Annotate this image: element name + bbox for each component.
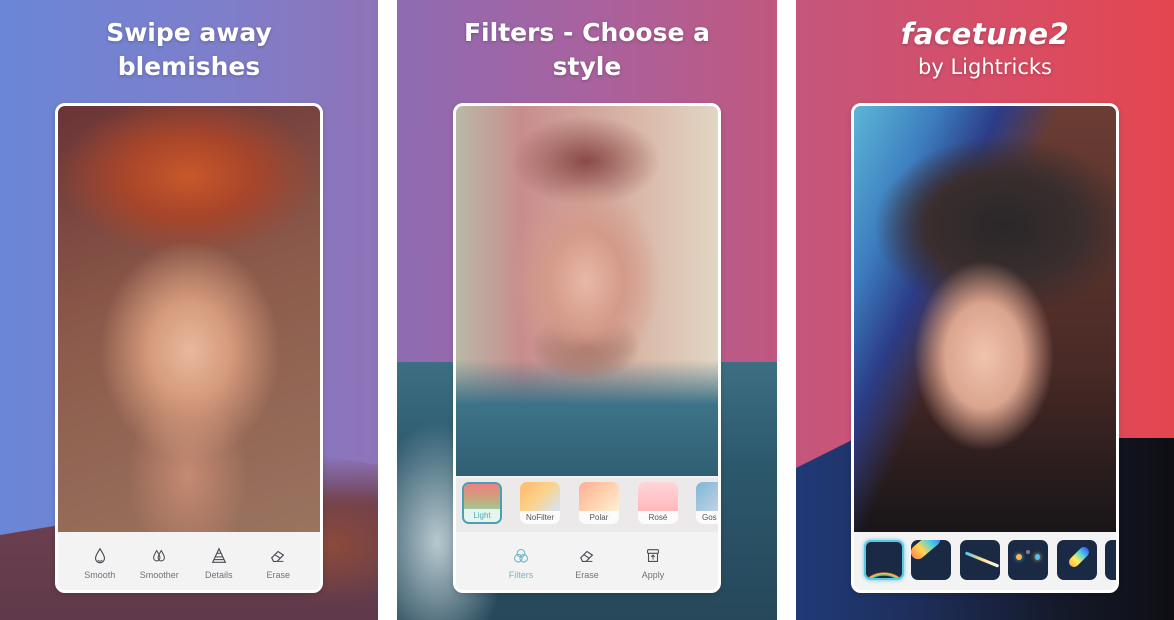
effect-more[interactable]: [1105, 540, 1116, 580]
tool-filters[interactable]: Filters: [497, 547, 545, 580]
light-streak-icon: [964, 551, 1000, 568]
filter-swatch: [696, 482, 718, 511]
tool-label: Erase: [266, 570, 290, 580]
tool-label: Details: [204, 570, 233, 580]
eraser-icon: [579, 550, 594, 562]
brand-subtitle: by Lightricks: [918, 55, 1052, 79]
screenshot-panel-smooth: Swipe away blemishes Smooth Smoother Det…: [0, 0, 378, 620]
brand-header: facetune2 by Lightricks: [796, 16, 1174, 82]
filter-gos[interactable]: Gos: [696, 482, 718, 524]
filter-label: Polar: [579, 511, 619, 524]
portrait-photo-man: [456, 106, 718, 479]
screenshot-panel-filters: Filters - Choose a style Light NoFilter …: [397, 0, 777, 620]
tool-bar: [854, 532, 1116, 590]
tool-label: Erase: [575, 570, 599, 580]
tool-erase[interactable]: Erase: [563, 547, 611, 580]
panel-headline: Filters - Choose a style: [397, 16, 777, 84]
headline-line: Swipe away: [106, 18, 272, 47]
effect-light-streak[interactable]: [960, 540, 1000, 580]
double-drop-icon: [153, 549, 166, 562]
filter-rose[interactable]: Rosé: [638, 482, 678, 524]
tool-label: Filters: [508, 570, 534, 580]
filters-icon: [513, 548, 529, 563]
effect-prism-flare[interactable]: [1057, 540, 1097, 580]
light-effects-carousel[interactable]: [854, 538, 1116, 582]
drop-icon: [94, 547, 105, 564]
filter-label: Light: [464, 509, 500, 522]
prism-flare-icon: [1066, 544, 1092, 570]
brand-logo: facetune2: [900, 17, 1070, 51]
filter-label: Gos: [696, 511, 718, 524]
portrait-photo-woman-curly: [854, 106, 1116, 532]
bokeh-dot-icon: [1016, 554, 1022, 560]
tool-bar: Smooth Smoother Details Erase: [58, 532, 320, 590]
filter-label: NoFilter: [520, 511, 560, 524]
bokeh-dot-icon: [1026, 550, 1030, 554]
headline-line: Filters - Choose a: [463, 18, 711, 47]
screenshot-panel-brand: facetune2 by Lightricks: [796, 0, 1174, 620]
filter-light[interactable]: Light: [462, 482, 502, 524]
pyramid-icon: [211, 547, 226, 563]
filter-polar[interactable]: Polar: [579, 482, 619, 524]
apply-icon: [647, 549, 659, 562]
phone-mockup: [851, 103, 1119, 593]
filter-label: Rosé: [638, 511, 678, 524]
filter-swatch: [579, 482, 619, 511]
phone-mockup: Light NoFilter Polar Rosé Gos Filters Er…: [453, 103, 721, 593]
tool-label: Smoother: [139, 570, 179, 580]
panel-headline: Swipe away blemishes: [0, 16, 378, 84]
tool-smooth[interactable]: Smooth: [76, 547, 124, 580]
effect-bokeh[interactable]: [1008, 540, 1048, 580]
filter-swatch: [520, 482, 560, 511]
tool-bar: Light NoFilter Polar Rosé Gos Filters Er…: [456, 476, 718, 590]
filter-swatch: [638, 482, 678, 511]
tool-erase[interactable]: Erase: [254, 547, 302, 580]
tool-label: Apply: [641, 570, 665, 580]
rainbow-arc-icon: [866, 552, 902, 578]
bokeh-dot-icon: [1035, 554, 1040, 560]
tool-smoother[interactable]: Smoother: [135, 547, 183, 580]
portrait-photo-woman: [58, 106, 320, 532]
filter-nofilter[interactable]: NoFilter: [520, 482, 560, 524]
filter-carousel[interactable]: Light NoFilter Polar Rosé Gos: [456, 478, 718, 532]
tool-details[interactable]: Details: [195, 547, 243, 580]
tool-apply[interactable]: Apply: [629, 547, 677, 580]
light-leak-icon: [911, 540, 944, 562]
effect-light-leak[interactable]: [911, 540, 951, 580]
headline-line: style: [552, 52, 622, 81]
headline-line: blemishes: [117, 52, 261, 81]
tool-label: Smooth: [84, 570, 116, 580]
effect-rainbow-arc[interactable]: [864, 540, 904, 580]
phone-mockup: Smooth Smoother Details Erase: [55, 103, 323, 593]
eraser-icon: [271, 550, 285, 562]
